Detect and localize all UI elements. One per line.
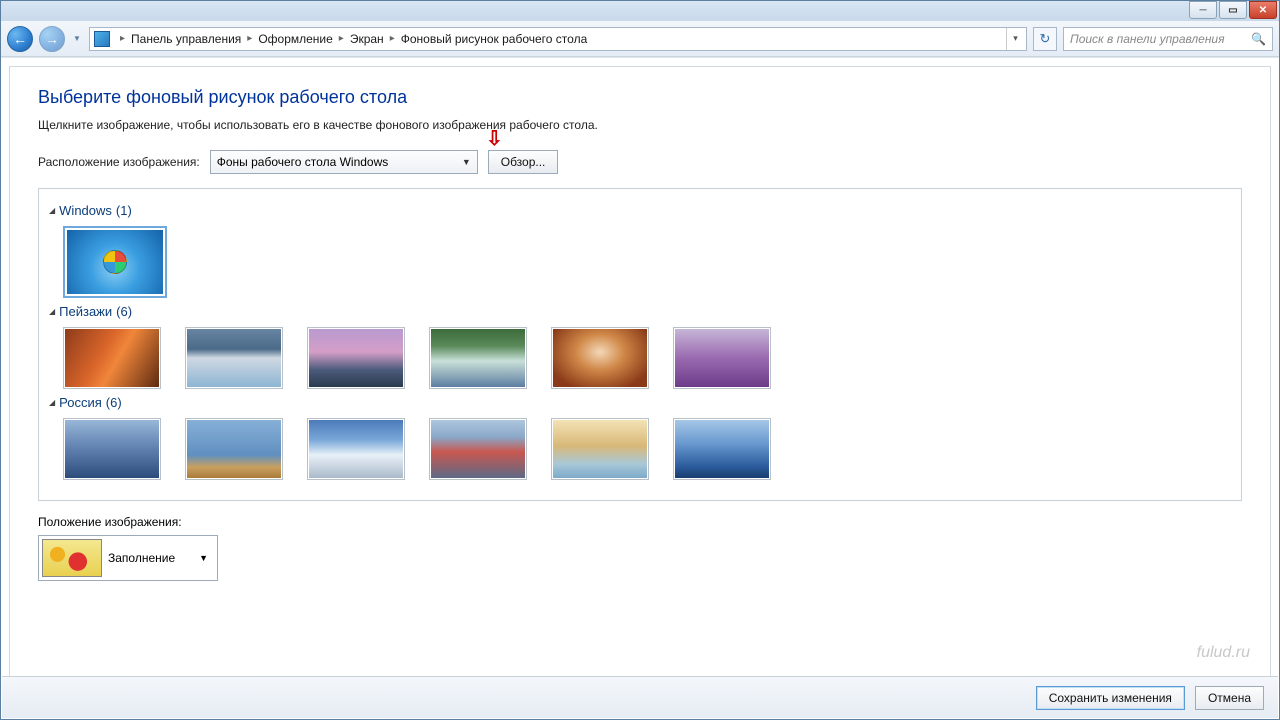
refresh-icon: ↻ bbox=[1040, 31, 1051, 47]
location-dropdown[interactable]: Фоны рабочего стола Windows ▼ bbox=[210, 150, 478, 174]
arrow-right-icon: → bbox=[45, 31, 59, 47]
arrow-left-icon: ← bbox=[13, 31, 27, 47]
wallpaper-thumb[interactable] bbox=[63, 418, 161, 480]
location-label: Расположение изображения: bbox=[38, 155, 200, 169]
breadcrumb[interactable]: ▸ Панель управления ▸ Оформление ▸ Экран… bbox=[89, 27, 1027, 51]
position-label: Положение изображения: bbox=[38, 515, 1242, 529]
group-count: (6) bbox=[106, 395, 122, 410]
location-row: ⇩ Расположение изображения: Фоны рабочег… bbox=[38, 150, 1242, 174]
wallpaper-thumb[interactable] bbox=[63, 226, 167, 298]
group-name: Пейзажи bbox=[59, 304, 112, 319]
footer-bar: Сохранить изменения Отмена bbox=[2, 676, 1278, 718]
position-selected: Заполнение bbox=[108, 551, 175, 565]
wallpaper-thumb[interactable] bbox=[63, 327, 161, 389]
watermark: fulud.ru bbox=[1197, 644, 1250, 662]
location-selected: Фоны рабочего стола Windows bbox=[217, 155, 389, 169]
wallpaper-thumb[interactable] bbox=[429, 418, 527, 480]
wallpaper-thumb[interactable] bbox=[429, 327, 527, 389]
collapse-icon: ◢ bbox=[49, 206, 55, 215]
control-panel-icon bbox=[94, 31, 110, 47]
group-count: (1) bbox=[116, 203, 132, 218]
wallpaper-thumb[interactable] bbox=[673, 418, 771, 480]
chevron-right-icon: ▸ bbox=[120, 33, 125, 44]
breadcrumb-item[interactable]: Панель управления bbox=[131, 32, 241, 46]
wallpaper-thumb[interactable] bbox=[185, 327, 283, 389]
group-header-windows[interactable]: ◢ Windows (1) bbox=[49, 203, 1231, 218]
group-header-landscapes[interactable]: ◢ Пейзажи (6) bbox=[49, 304, 1231, 319]
window-controls: ─ ▭ ✕ bbox=[1189, 1, 1279, 21]
position-preview-icon bbox=[42, 539, 102, 577]
wallpaper-gallery: ◢ Windows (1) ◢ Пейзажи (6) bbox=[38, 188, 1242, 501]
breadcrumb-item[interactable]: Фоновый рисунок рабочего стола bbox=[401, 32, 588, 46]
collapse-icon: ◢ bbox=[49, 398, 55, 407]
search-placeholder: Поиск в панели управления bbox=[1070, 32, 1225, 46]
chevron-down-icon: ▼ bbox=[199, 553, 214, 563]
wallpaper-thumb[interactable] bbox=[551, 418, 649, 480]
refresh-button[interactable]: ↻ bbox=[1033, 27, 1057, 51]
group-count: (6) bbox=[116, 304, 132, 319]
group-name: Россия bbox=[59, 395, 102, 410]
chevron-right-icon: ▸ bbox=[390, 33, 395, 44]
wallpaper-thumb[interactable] bbox=[307, 418, 405, 480]
window: ─ ▭ ✕ ← → ▼ ▸ Панель управления ▸ Оформл… bbox=[0, 0, 1280, 720]
chevron-right-icon: ▸ bbox=[339, 33, 344, 44]
titlebar: ─ ▭ ✕ bbox=[1, 1, 1279, 21]
chevron-right-icon: ▸ bbox=[247, 33, 252, 44]
wallpaper-thumb[interactable] bbox=[551, 327, 649, 389]
annotation-arrow-icon: ⇩ bbox=[486, 126, 503, 151]
cancel-button[interactable]: Отмена bbox=[1195, 686, 1264, 710]
collapse-icon: ◢ bbox=[49, 307, 55, 316]
page-subtitle: Щелкните изображение, чтобы использовать… bbox=[38, 118, 1242, 132]
group-name: Windows bbox=[59, 203, 112, 218]
search-icon: 🔍 bbox=[1251, 32, 1266, 46]
forward-button[interactable]: → bbox=[39, 26, 65, 52]
position-section: Положение изображения: Заполнение ▼ bbox=[38, 515, 1242, 581]
save-button[interactable]: Сохранить изменения bbox=[1036, 686, 1185, 710]
wallpaper-thumb[interactable] bbox=[307, 327, 405, 389]
breadcrumb-item[interactable]: Оформление bbox=[258, 32, 332, 46]
wallpaper-thumb[interactable] bbox=[185, 418, 283, 480]
chevron-down-icon: ▼ bbox=[462, 157, 471, 167]
search-input[interactable]: Поиск в панели управления 🔍 bbox=[1063, 27, 1273, 51]
browse-button[interactable]: Обзор... bbox=[488, 150, 559, 174]
position-dropdown[interactable]: Заполнение ▼ bbox=[38, 535, 218, 581]
page-title: Выберите фоновый рисунок рабочего стола bbox=[38, 87, 1242, 108]
maximize-button[interactable]: ▭ bbox=[1219, 1, 1247, 19]
content-panel: Выберите фоновый рисунок рабочего стола … bbox=[9, 66, 1271, 711]
content-area: Выберите фоновый рисунок рабочего стола … bbox=[1, 57, 1279, 719]
breadcrumb-dropdown[interactable]: ▾ bbox=[1006, 28, 1024, 50]
nav-history-dropdown[interactable]: ▼ bbox=[71, 26, 83, 52]
minimize-button[interactable]: ─ bbox=[1189, 1, 1217, 19]
group-header-russia[interactable]: ◢ Россия (6) bbox=[49, 395, 1231, 410]
back-button[interactable]: ← bbox=[7, 26, 33, 52]
close-button[interactable]: ✕ bbox=[1249, 1, 1277, 19]
breadcrumb-item[interactable]: Экран bbox=[350, 32, 384, 46]
nav-bar: ← → ▼ ▸ Панель управления ▸ Оформление ▸… bbox=[1, 21, 1279, 57]
wallpaper-thumb[interactable] bbox=[673, 327, 771, 389]
